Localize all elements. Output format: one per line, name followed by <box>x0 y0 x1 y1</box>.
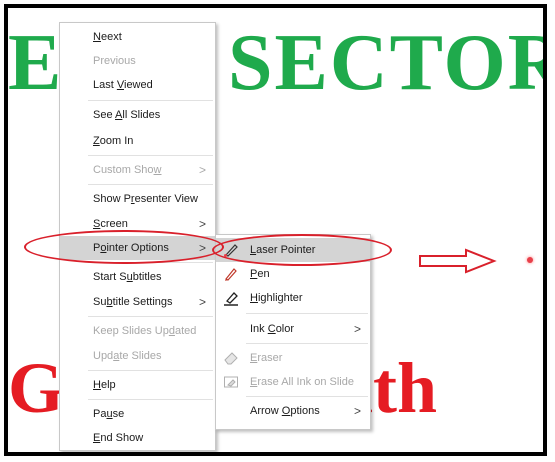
menu-separator <box>246 343 368 344</box>
menu-item-pointer-options[interactable]: Pointer Options > <box>60 236 215 260</box>
submenu-item-arrow-options[interactable]: Arrow Options > <box>216 399 370 423</box>
menu-separator <box>246 396 368 397</box>
menu-separator <box>88 316 213 317</box>
laser-dot <box>527 257 533 263</box>
menu-item-end-show[interactable]: End Show <box>60 426 215 450</box>
menu-separator <box>88 100 213 101</box>
submenu-item-pen[interactable]: Pen <box>216 262 370 286</box>
menu-separator <box>88 184 213 185</box>
erase-all-icon <box>224 376 238 388</box>
menu-item-start-subtitles[interactable]: Start Subtitles <box>60 265 215 289</box>
menu-item-help[interactable]: Help <box>60 373 215 397</box>
chevron-right-icon: > <box>198 241 206 255</box>
highlighter-icon <box>224 292 238 306</box>
laser-pointer-icon <box>224 244 238 257</box>
chevron-right-icon: > <box>198 163 206 177</box>
submenu-item-ink-color[interactable]: Ink Color > <box>216 317 370 341</box>
menu-item-pause[interactable]: Pause <box>60 402 215 426</box>
pen-icon <box>225 268 237 281</box>
menu-item-zoom-in[interactable]: Zoom In <box>60 129 215 153</box>
pointer-options-submenu: Laser Pointer Pen Highlighter Ink Color >… <box>215 234 371 430</box>
menu-item-show-presenter-view[interactable]: Show Presenter View <box>60 187 215 211</box>
eraser-icon <box>224 352 238 365</box>
chevron-right-icon: > <box>198 295 206 309</box>
menu-item-screen[interactable]: Screen > <box>60 212 215 236</box>
chevron-right-icon: > <box>198 217 206 231</box>
chevron-right-icon: > <box>353 404 361 418</box>
menu-separator <box>88 399 213 400</box>
submenu-item-laser-pointer[interactable]: Laser Pointer <box>216 238 370 262</box>
menu-item-subtitle-settings[interactable]: Subtitle Settings > <box>60 290 215 314</box>
menu-item-see-all-slides[interactable]: See All Slides <box>60 103 215 127</box>
menu-item-update-slides[interactable]: Update Slides <box>60 344 215 368</box>
context-menu: Neext Previous Last Viewed See All Slide… <box>59 22 216 451</box>
menu-item-next[interactable]: Neext <box>60 25 215 49</box>
chevron-right-icon: > <box>353 322 361 336</box>
right-arrow-annotation-icon <box>419 248 497 274</box>
menu-separator <box>88 155 213 156</box>
menu-separator <box>88 262 213 263</box>
submenu-item-eraser[interactable]: Eraser <box>216 346 370 370</box>
slide-title-top-left: E <box>8 19 62 107</box>
menu-separator <box>88 370 213 371</box>
submenu-item-highlighter[interactable]: Highlighter <box>216 286 370 310</box>
slide-title-top-right: SECTOR <box>228 19 547 107</box>
menu-item-keep-slides-updated[interactable]: Keep Slides Updated <box>60 319 215 343</box>
menu-item-last-viewed[interactable]: Last Viewed <box>60 73 215 97</box>
menu-separator <box>246 313 368 314</box>
menu-item-previous[interactable]: Previous <box>60 49 215 73</box>
submenu-item-erase-all-ink[interactable]: Erase All Ink on Slide <box>216 370 370 394</box>
menu-item-custom-show[interactable]: Custom Show > <box>60 158 215 182</box>
